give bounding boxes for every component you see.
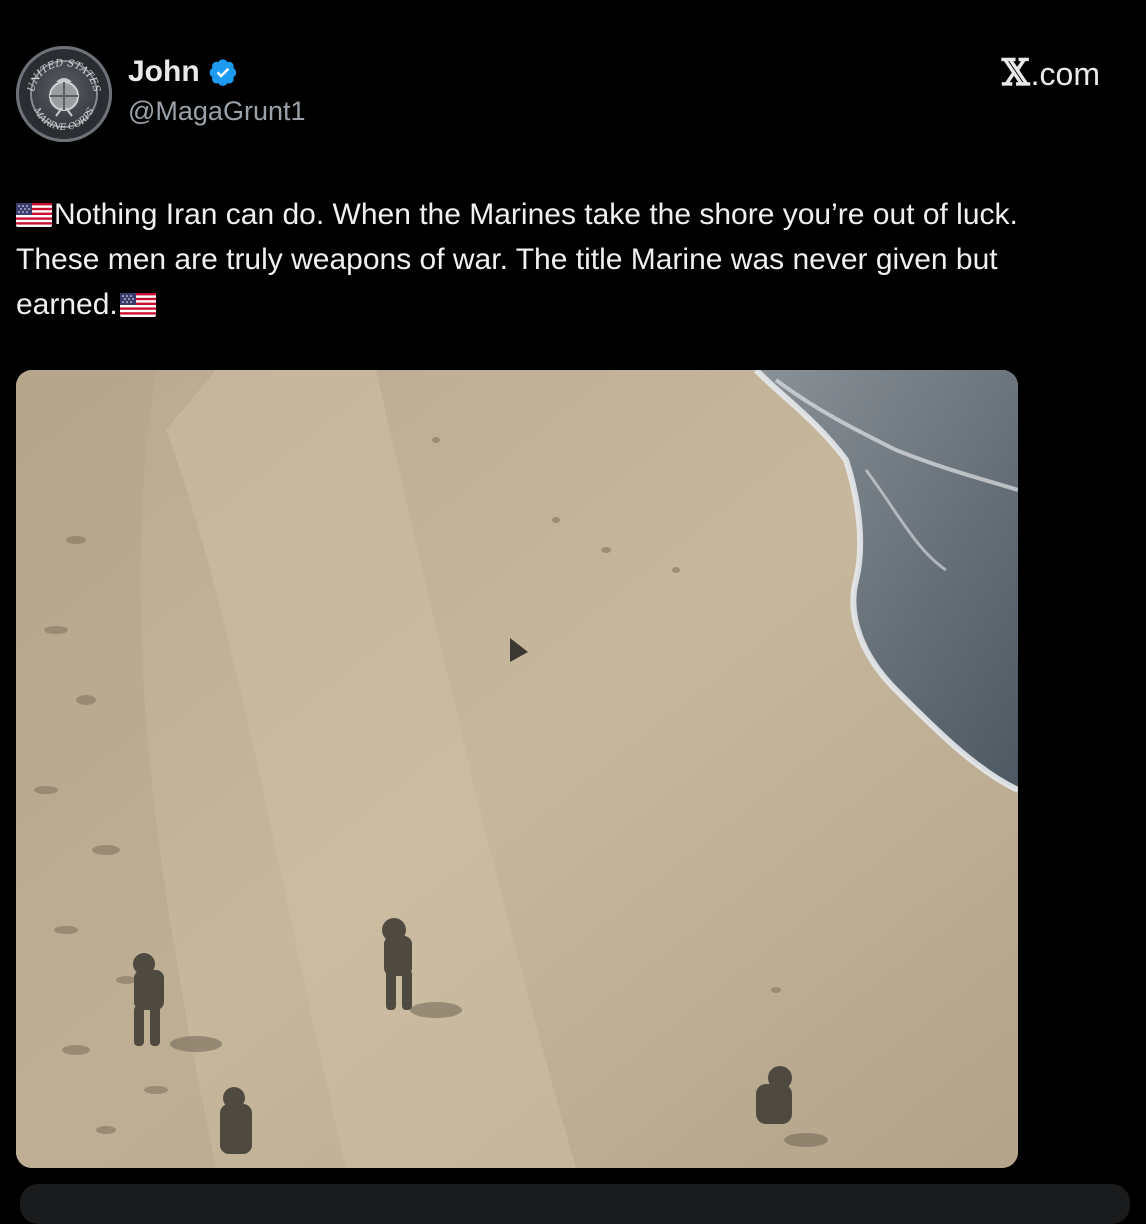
display-name[interactable]: John [128,55,200,89]
us-flag-icon [119,285,156,317]
site-label: .com [1030,56,1100,92]
author-block: John @MagaGrunt1 [128,52,306,127]
video-frame [16,370,1018,1168]
tweet-text: Nothing Iran can do. When the Marines ta… [16,192,1106,327]
site-logo[interactable]: 𝕏 .com [1002,52,1100,94]
us-flag-icon [16,195,52,227]
usmc-emblem-icon: UNITED STATES MARINE CORPS [26,58,102,133]
x-logo-icon: 𝕏 [1001,52,1030,94]
user-handle[interactable]: @MagaGrunt1 [128,96,306,127]
verified-badge-icon [208,57,238,87]
tweet-body: Nothing Iran can do. When the Marines ta… [16,198,1018,321]
bottom-card [20,1184,1130,1224]
tweet-video[interactable] [16,370,1018,1168]
avatar[interactable]: UNITED STATES MARINE CORPS [16,46,112,142]
name-row: John [128,52,306,92]
